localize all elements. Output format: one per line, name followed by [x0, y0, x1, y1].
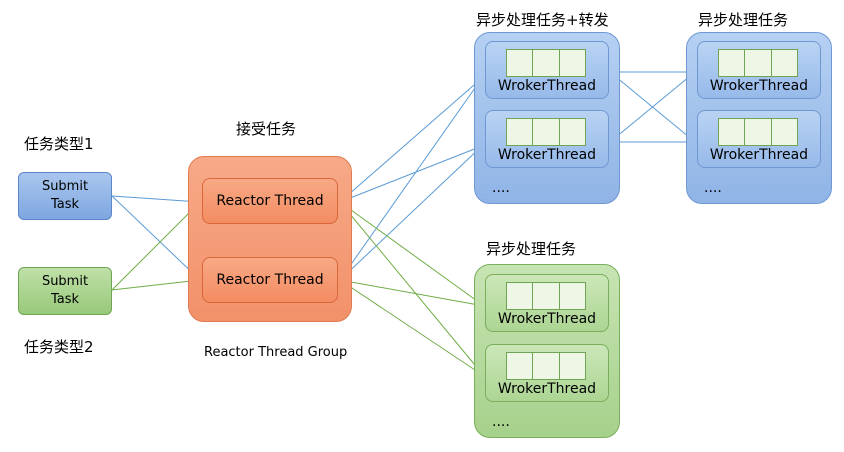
reactor-thread-2: Reactor Thread: [202, 257, 338, 303]
task-type-1-label: 任务类型1: [24, 135, 94, 153]
worker-thread-blue-left-2: WrokerThread: [485, 110, 609, 168]
arrow-r1-gw1: [339, 201, 485, 307]
worker-thread-green-2: WrokerThread: [485, 344, 609, 402]
task-type-2-label: 任务类型2: [24, 338, 94, 356]
ellipsis: ....: [704, 180, 722, 196]
arrow-r1-gw2: [339, 201, 485, 377]
task-label-line2: Task: [50, 292, 80, 307]
async-green-label: 异步处理任务: [486, 240, 577, 258]
queue-cells: [506, 282, 586, 310]
submit-task-green: Submit Task: [18, 267, 112, 315]
worker-label: WrokerThread: [497, 147, 597, 163]
arrow-r2-gw2: [339, 279, 485, 377]
arrow-task1-reactor2: [111, 195, 201, 281]
task-label-line1: Submit: [41, 274, 89, 289]
queue-cells: [506, 49, 586, 77]
ellipsis: ....: [492, 414, 510, 430]
reactor-label: Reactor Thread: [216, 193, 324, 209]
arrow-r1-bw1: [339, 77, 483, 203]
ellipsis: ....: [492, 180, 510, 196]
arrow-r2-bw2: [339, 145, 483, 281]
reactor-label: Reactor Thread: [216, 272, 324, 288]
worker-label: WrokerThread: [497, 311, 597, 327]
arrow-r2-bw1: [339, 77, 483, 281]
task-label-line1: Submit: [41, 179, 89, 194]
reactor-group-label: Reactor Thread Group: [204, 345, 348, 360]
worker-label: WrokerThread: [709, 78, 809, 94]
worker-label: WrokerThread: [709, 147, 809, 163]
accept-task-label: 接受任务: [236, 120, 297, 138]
task-label-line2: Task: [50, 197, 80, 212]
async-blue-right-label: 异步处理任务: [698, 11, 789, 29]
worker-thread-green-1: WrokerThread: [485, 274, 609, 332]
arrow-r1-bw2: [339, 144, 483, 203]
worker-label: WrokerThread: [497, 381, 597, 397]
async-forward-label: 异步处理任务+转发: [476, 11, 609, 29]
reactor-thread-1: Reactor Thread: [202, 178, 338, 224]
arrow-task2-reactor2: [111, 276, 201, 291]
queue-cells: [718, 118, 798, 146]
queue-cells: [506, 118, 586, 146]
worker-thread-blue-right-1: WrokerThread: [697, 41, 821, 99]
queue-cells: [718, 49, 798, 77]
arrow-task1-reactor1: [111, 195, 201, 206]
worker-thread-blue-right-2: WrokerThread: [697, 110, 821, 168]
queue-cells: [506, 352, 586, 380]
arrow-task2-reactor1: [111, 201, 201, 291]
worker-label: WrokerThread: [497, 78, 597, 94]
worker-thread-blue-left-1: WrokerThread: [485, 41, 609, 99]
arrow-r2-gw1: [339, 279, 485, 309]
submit-task-blue: Submit Task: [18, 172, 112, 220]
